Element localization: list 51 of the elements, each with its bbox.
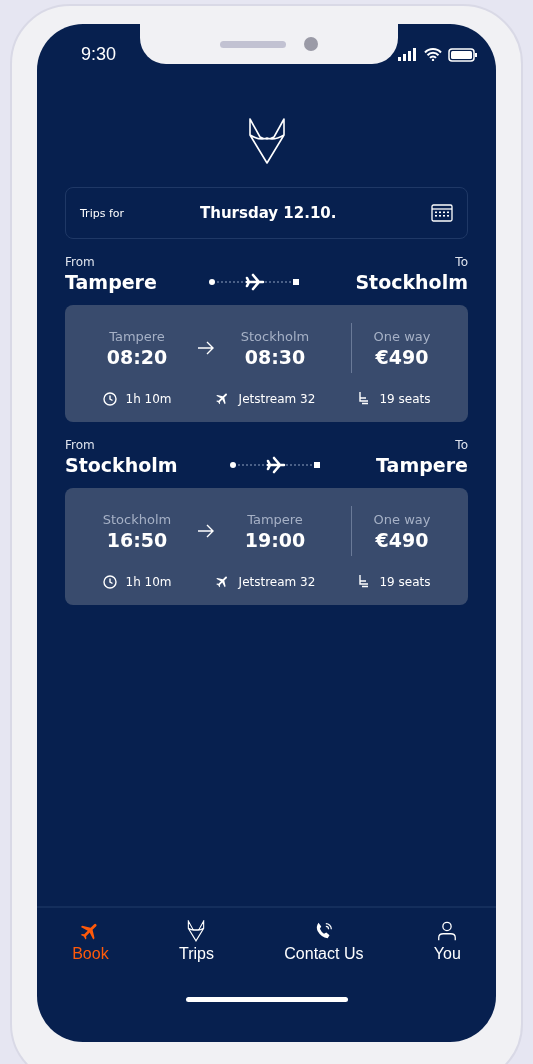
departure-city: Tampere — [109, 328, 165, 344]
fox-logo-icon — [246, 117, 287, 165]
origin-city: Stockholm — [65, 454, 178, 476]
arrow-right-icon — [197, 524, 215, 538]
origin-city: Tampere — [65, 271, 157, 293]
from-label: From — [65, 255, 96, 269]
plane-icon — [214, 574, 230, 589]
date-label: Trips for — [80, 206, 126, 220]
arrival-city: Tampere — [247, 511, 303, 527]
to-label: To — [455, 438, 468, 452]
wifi-icon — [424, 48, 442, 61]
status-time: 9:30 — [81, 44, 117, 65]
plane-icon — [214, 391, 230, 406]
price: €490 — [375, 345, 429, 368]
fox-logo-icon — [187, 920, 206, 942]
flight-duration: 1h 10m — [125, 574, 172, 589]
date-value: Thursday 12.10. — [200, 204, 338, 222]
tab-bar-item[interactable]: You — [433, 920, 461, 963]
to-label: To — [455, 255, 468, 269]
destination-city: Tampere — [376, 454, 468, 476]
aircraft-type: Jetstream 32 — [238, 574, 316, 589]
person-icon — [436, 920, 459, 942]
from-label: From — [65, 438, 96, 452]
tab-bar-item[interactable]: Trips — [179, 920, 214, 963]
flight-card[interactable]: Tampere 08:20 Stockholm 08:30 One way €490 1h 10m Jetstream 32 19 seats — [65, 305, 468, 422]
seat-icon — [358, 391, 371, 406]
clock-icon — [102, 391, 117, 406]
flight-duration: 1h 10m — [125, 391, 172, 406]
arrow-right-icon — [197, 341, 215, 355]
price: €490 — [375, 528, 429, 551]
signal-icon — [398, 48, 418, 61]
departure-time: 08:20 — [106, 345, 168, 368]
calendar-icon[interactable] — [431, 204, 453, 222]
destination-city: Stockholm — [355, 271, 468, 293]
seats-available: 19 seats — [379, 391, 431, 406]
tab-bar-item[interactable]: Book — [72, 920, 109, 963]
departure-time: 16:50 — [106, 528, 168, 551]
arrival-city: Stockholm — [240, 328, 310, 344]
arrival-time: 08:30 — [244, 345, 306, 368]
flight-card[interactable]: Stockholm 16:50 Tampere 19:00 One way €490 1h 10m Jetstream 32 19 seats — [65, 488, 468, 605]
clock-icon — [102, 574, 117, 589]
fare-type: One way — [373, 328, 431, 344]
arrival-time: 19:00 — [244, 528, 306, 551]
battery-icon — [448, 47, 478, 62]
fare-type: One way — [373, 511, 431, 527]
date-selector[interactable]: Trips for Thursday 12.10. — [65, 187, 468, 239]
seats-available: 19 seats — [379, 574, 431, 589]
aircraft-type: Jetstream 32 — [238, 391, 316, 406]
tab-bar-item[interactable]: Contact Us — [284, 920, 364, 963]
seat-icon — [358, 574, 371, 589]
departure-city: Stockholm — [102, 511, 172, 527]
